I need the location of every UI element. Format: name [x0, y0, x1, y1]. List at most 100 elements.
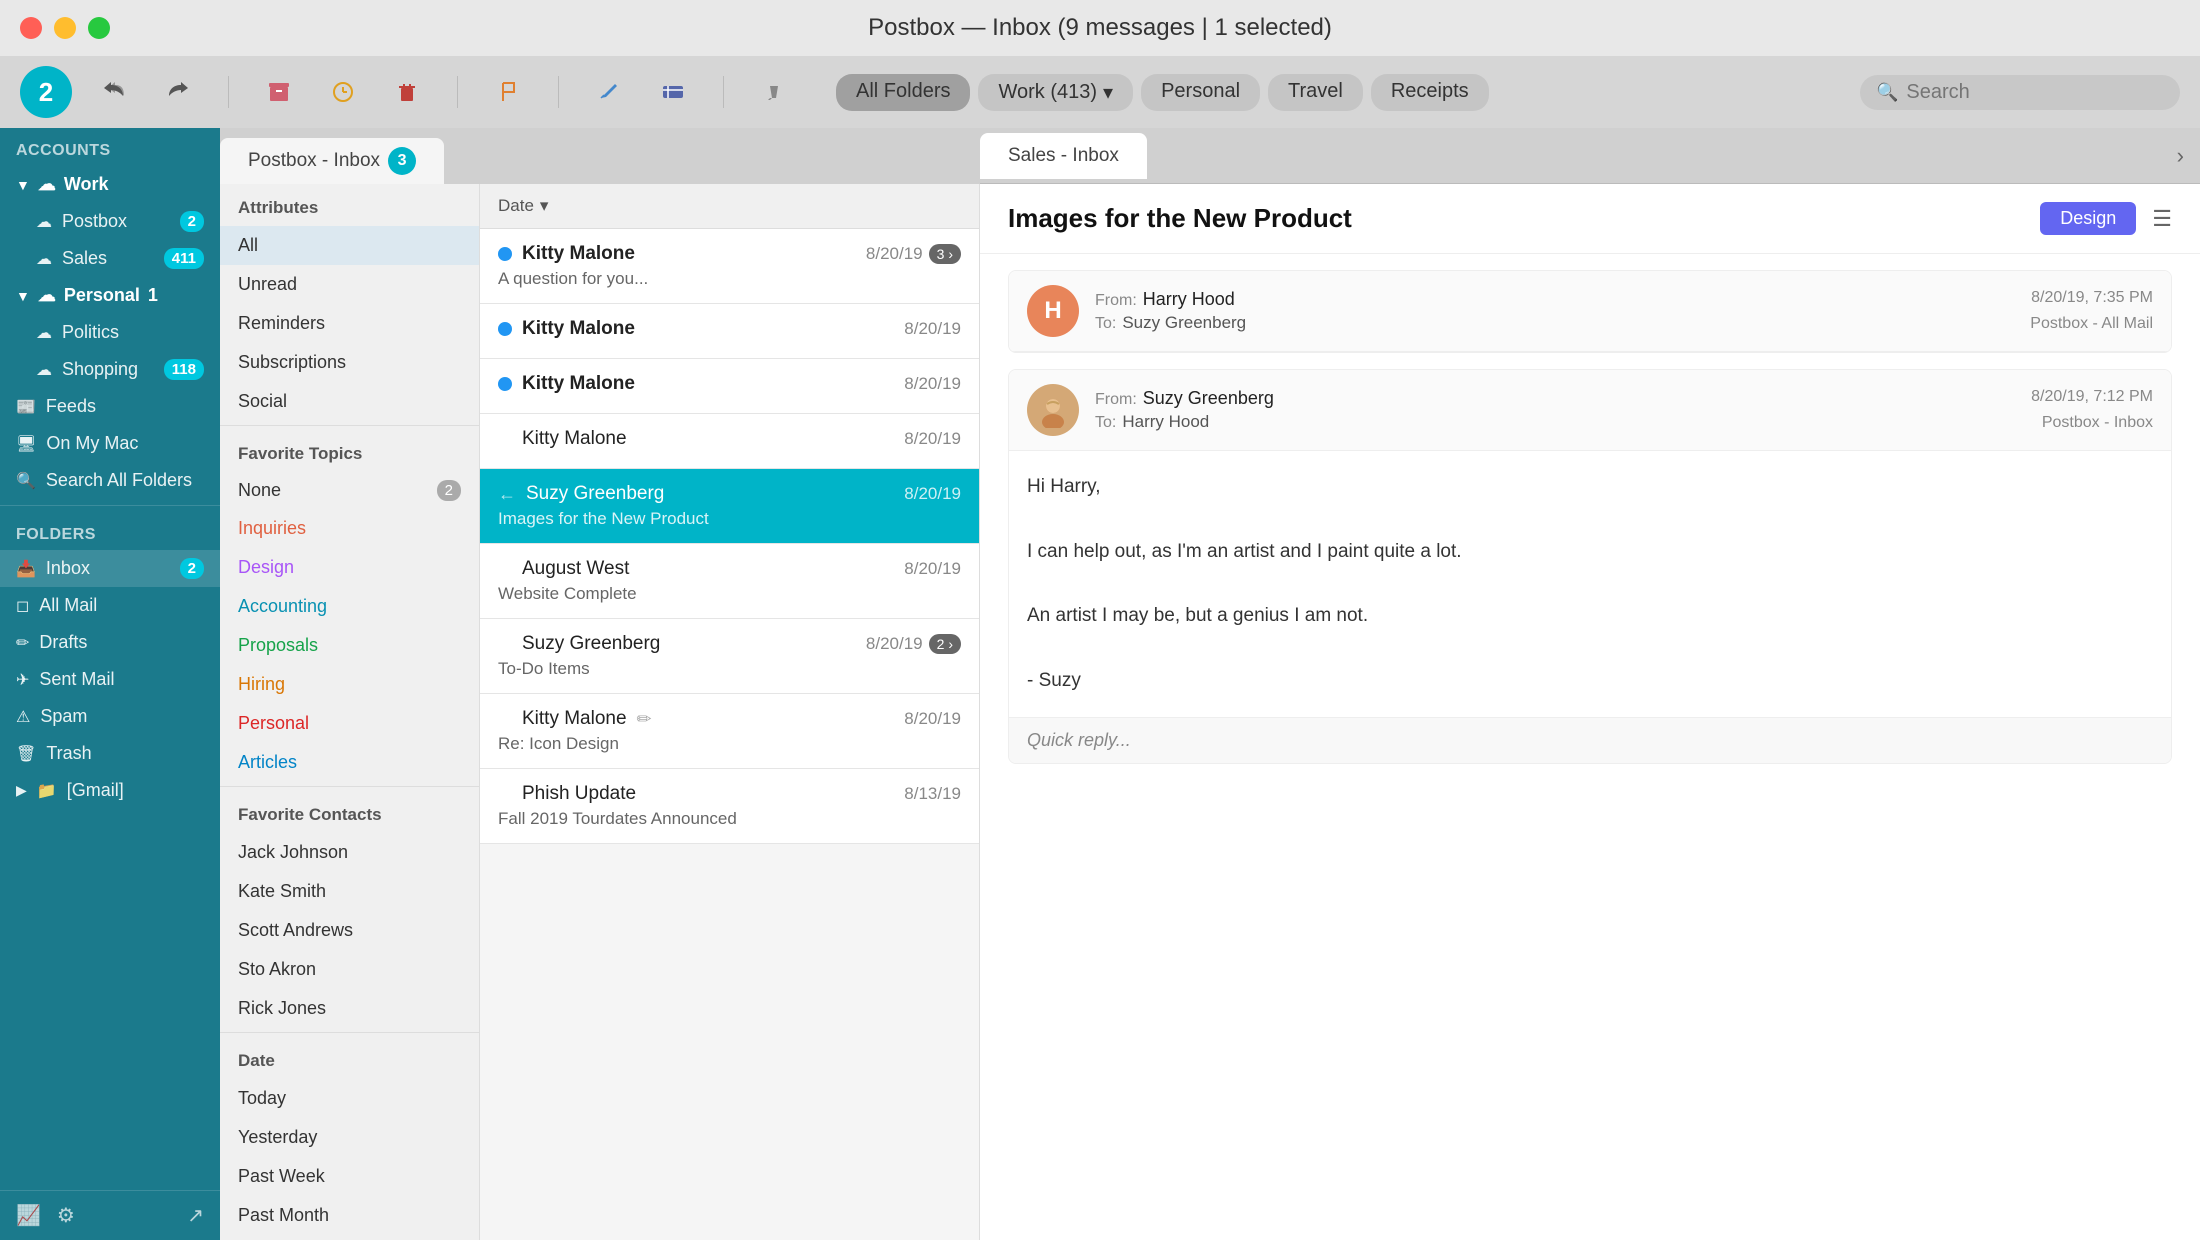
tag-all-folders[interactable]: All Folders	[836, 74, 970, 111]
folder-icon: 📁	[37, 781, 57, 801]
sidebar-item-drafts[interactable]: ✏ Drafts	[0, 624, 220, 661]
sidebar-item-postbox[interactable]: ☁ Postbox 2	[0, 203, 220, 240]
highlight-button[interactable]	[752, 70, 796, 114]
forward-button[interactable]	[156, 70, 200, 114]
message-item[interactable]: Kitty Malone 8/20/19 3 › A question for …	[480, 229, 979, 304]
sidebar-item-shopping[interactable]: ☁ Shopping 118	[0, 351, 220, 388]
msg-date: 8/20/19	[866, 634, 923, 654]
from-label: From:	[1095, 292, 1137, 310]
sales-badge: 411	[164, 248, 204, 269]
email-line-1: Hi Harry,	[1027, 471, 2153, 503]
filter-contact-scott[interactable]: Scott Andrews	[220, 911, 479, 950]
filter-contact-rick[interactable]: Rick Jones	[220, 989, 479, 1028]
filter-unread[interactable]: Unread	[220, 265, 479, 304]
sidebar-item-gmail[interactable]: ▶ 📁 [Gmail]	[0, 772, 220, 809]
filter-subscriptions[interactable]: Subscriptions	[220, 343, 479, 382]
msg-sender: Kitty Malone	[522, 428, 627, 450]
tab-scroll-right-icon[interactable]: ›	[2177, 143, 2200, 169]
filter-past-month[interactable]: Past Month	[220, 1196, 479, 1235]
message-item-selected[interactable]: ← Suzy Greenberg 8/20/19 Images for the …	[480, 469, 979, 544]
filter-yesterday[interactable]: Yesterday	[220, 1118, 479, 1157]
remind-button[interactable]	[321, 70, 365, 114]
filter-past-week[interactable]: Past Week	[220, 1157, 479, 1196]
filter-today[interactable]: Today	[220, 1079, 479, 1118]
tags-button[interactable]	[651, 70, 695, 114]
account-badge[interactable]: 2	[20, 66, 72, 118]
message-item[interactable]: Kitty Malone ✏ 8/20/19 Re: Icon Design	[480, 694, 979, 769]
sidebar-item-trash[interactable]: 🗑 Trash	[0, 735, 220, 772]
work-account[interactable]: ▼ ☁ Work	[0, 166, 220, 203]
sidebar-item-inbox[interactable]: 📥 Inbox 2	[0, 550, 220, 587]
quick-reply[interactable]: Quick reply...	[1009, 717, 2171, 763]
edit-draft-icon: ✏	[637, 709, 652, 730]
filter-personal[interactable]: Personal	[220, 704, 479, 743]
msg-badge: 2 ›	[929, 634, 961, 654]
divider-1	[0, 505, 220, 506]
edit-button[interactable]	[587, 70, 631, 114]
activity-icon[interactable]: 📈	[16, 1203, 41, 1228]
minimize-button[interactable]	[54, 17, 76, 39]
spam-label: Spam	[40, 706, 87, 727]
sent-icon: ✈	[16, 670, 29, 690]
tab-postbox-inbox[interactable]: Postbox - Inbox 3	[220, 138, 444, 184]
filter-all[interactable]: All	[220, 226, 479, 265]
message-item[interactable]: August West 8/20/19 Website Complete	[480, 544, 979, 619]
sidebar-item-sent-mail[interactable]: ✈ Sent Mail	[0, 661, 220, 698]
settings-icon[interactable]: ⚙	[57, 1203, 75, 1228]
sidebar-item-sales[interactable]: ☁ Sales 411	[0, 240, 220, 277]
tag-work[interactable]: Work (413) ▾	[978, 74, 1133, 111]
more-options-icon[interactable]: ☰	[2152, 206, 2172, 232]
sidebar-item-spam[interactable]: ⚠ Spam	[0, 698, 220, 735]
sidebar-bottom: 📈 ⚙ ↗	[0, 1190, 220, 1240]
tag-receipts[interactable]: Receipts	[1371, 74, 1489, 111]
filter-articles[interactable]: Articles	[220, 743, 479, 782]
msg-date: 8/20/19	[904, 484, 961, 504]
filter-social[interactable]: Social	[220, 382, 479, 421]
filter-reminders[interactable]: Reminders	[220, 304, 479, 343]
reply-arrow-icon: ←	[498, 484, 516, 505]
email-from-row: From: Suzy Greenberg	[1095, 388, 2031, 409]
filter-divider-2	[220, 786, 479, 787]
maximize-button[interactable]	[88, 17, 110, 39]
tag-personal[interactable]: Personal	[1141, 74, 1260, 111]
tag-travel[interactable]: Travel	[1268, 74, 1363, 111]
design-tag-button[interactable]: Design	[2040, 202, 2136, 235]
gmail-label: [Gmail]	[67, 780, 124, 801]
separator-2	[457, 76, 458, 108]
filter-contact-sto[interactable]: Sto Akron	[220, 950, 479, 989]
filter-contact-kate[interactable]: Kate Smith	[220, 872, 479, 911]
sort-button[interactable]: Date ▾	[498, 196, 548, 216]
archive-button[interactable]	[257, 70, 301, 114]
close-button[interactable]	[20, 17, 42, 39]
filter-accounting[interactable]: Accounting	[220, 587, 479, 626]
export-icon[interactable]: ↗	[187, 1203, 204, 1228]
folders-title: Folders	[0, 512, 220, 550]
tab-sales-inbox[interactable]: Sales - Inbox	[980, 133, 1147, 179]
message-item[interactable]: Suzy Greenberg 8/20/19 2 › To-Do Items	[480, 619, 979, 694]
msg-sender: Suzy Greenberg	[526, 483, 664, 505]
personal-account[interactable]: ▼ ☁ Personal 1	[0, 277, 220, 314]
message-item[interactable]: Phish Update 8/13/19 Fall 2019 Tourdates…	[480, 769, 979, 844]
sidebar-item-search-all[interactable]: 🔍 Search All Folders	[0, 462, 220, 499]
message-item[interactable]: Kitty Malone 8/20/19	[480, 414, 979, 469]
filter-proposals[interactable]: Proposals	[220, 626, 479, 665]
unread-dot	[498, 322, 512, 336]
filter-inquiries[interactable]: Inquiries	[220, 509, 479, 548]
delete-button[interactable]	[385, 70, 429, 114]
chevron-down-icon: ▼	[16, 288, 30, 304]
reply-all-button[interactable]	[92, 70, 136, 114]
sidebar-item-politics[interactable]: ☁ Politics	[0, 314, 220, 351]
trash-icon: 🗑	[16, 744, 36, 764]
message-item[interactable]: Kitty Malone 8/20/19	[480, 304, 979, 359]
message-item[interactable]: Kitty Malone 8/20/19	[480, 359, 979, 414]
sidebar-item-feeds[interactable]: 📰 Feeds	[0, 388, 220, 425]
sidebar-item-on-my-mac[interactable]: 🖥 On My Mac	[0, 425, 220, 462]
search-icon: 🔍	[16, 471, 36, 491]
filter-contact-jack[interactable]: Jack Johnson	[220, 833, 479, 872]
filter-none[interactable]: None	[238, 480, 281, 501]
filter-hiring[interactable]: Hiring	[220, 665, 479, 704]
filter-design[interactable]: Design	[220, 548, 479, 587]
sidebar-item-all-mail[interactable]: ◻ All Mail	[0, 587, 220, 624]
flag-button[interactable]	[486, 70, 530, 114]
search-input[interactable]	[1906, 81, 2164, 104]
